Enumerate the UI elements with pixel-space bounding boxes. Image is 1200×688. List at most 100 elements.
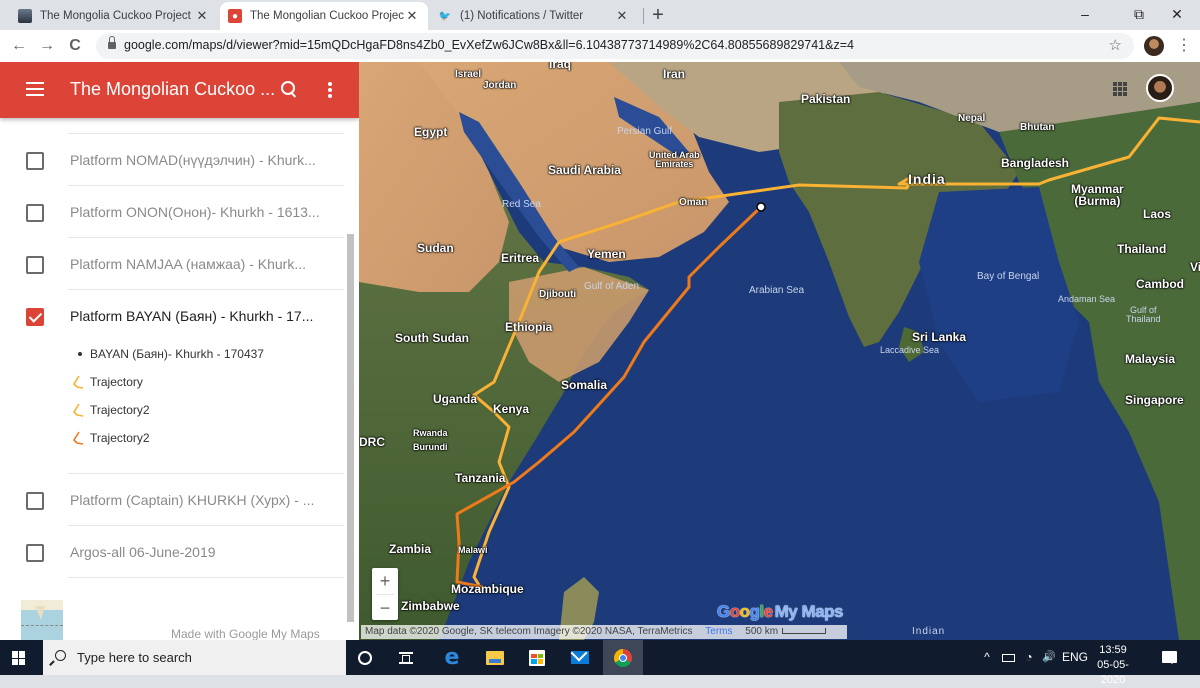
user-avatar[interactable] — [1146, 74, 1174, 102]
mail-button[interactable] — [560, 640, 600, 675]
minimize-button[interactable]: – — [1062, 0, 1108, 30]
layer-checkbox[interactable] — [26, 544, 44, 562]
layer-checkbox[interactable] — [26, 152, 44, 170]
task-view-button[interactable] — [386, 640, 426, 675]
menu-icon[interactable] — [26, 82, 44, 96]
label-arabian-sea: Arabian Sea — [749, 285, 805, 296]
store-button[interactable] — [517, 640, 557, 675]
language-indicator[interactable]: ENG — [1062, 640, 1088, 675]
layer-onon[interactable]: Platform ONON(Онон)- Khurkh - 1613... — [0, 186, 346, 238]
feature-label[interactable]: Trajectory2 — [90, 403, 150, 417]
terms-link[interactable]: Terms — [705, 626, 732, 637]
layer-captain-khurkh[interactable]: Platform (Captain) KHURKH (Хурх) - ... — [0, 474, 346, 526]
layer-name[interactable]: Platform NAMJAA (намжаа) - Khurk... — [70, 256, 306, 272]
chrome-icon — [614, 648, 632, 667]
layer-checkbox-checked[interactable] — [26, 308, 44, 326]
logo-letter: g — [749, 602, 760, 621]
feature-item-line[interactable]: Trajectory — [0, 368, 346, 396]
action-center-icon[interactable] — [1162, 651, 1177, 664]
label-persian-gulf: Persian Gulf — [617, 126, 673, 137]
layer-name[interactable]: Platform ONON(Онон)- Khurkh - 1613... — [70, 204, 320, 220]
task-view-icon — [399, 651, 413, 664]
folder-icon — [486, 650, 504, 665]
made-with-footer[interactable]: Made with Google My Maps — [171, 627, 320, 640]
layer-checkbox[interactable] — [26, 256, 44, 274]
map-title[interactable]: The Mongolian Cuckoo ... — [70, 79, 275, 100]
label-burundi: Burundi — [413, 442, 448, 452]
feature-item-line[interactable]: Trajectory2 — [0, 396, 346, 424]
close-window-button[interactable]: ✕ — [1154, 0, 1200, 30]
file-explorer-button[interactable] — [475, 640, 515, 675]
close-tab-icon[interactable]: ✕ — [194, 8, 210, 24]
label-yemen: Yemen — [587, 247, 626, 261]
map-legend-panel: The Mongolian Cuckoo ... Platform NOMAD(… — [0, 62, 359, 640]
layer-checkbox[interactable] — [26, 492, 44, 510]
layer-name[interactable]: Argos-all 06-June-2019 — [70, 544, 216, 560]
layer-nomad[interactable]: Platform NOMAD(нүүдэлчин) - Khurk... — [0, 134, 346, 186]
feature-item-line[interactable]: Trajectory2 — [0, 424, 346, 452]
feature-item-point[interactable]: BAYAN (Баян)- Khurkh - 170437 — [0, 340, 346, 368]
label-iraq: Iraq — [549, 62, 572, 71]
time: 13:59 — [1099, 644, 1127, 656]
reload-button[interactable]: C — [64, 35, 86, 57]
windows-start-icon[interactable] — [12, 651, 26, 665]
cortana-icon — [358, 650, 372, 665]
tab-mongolian-cuckoo-map[interactable]: ● The Mongolian Cuckoo Project - ✕ — [220, 2, 428, 30]
scale-bar[interactable] — [782, 628, 827, 635]
layer-name[interactable]: Platform (Captain) KHURKH (Хурх) - ... — [70, 492, 314, 508]
label-pakistan: Pakistan — [801, 92, 851, 106]
layer-list-top — [0, 118, 346, 134]
label-laccadive-sea: Laccadive Sea — [880, 345, 940, 355]
layer-name[interactable]: Platform BAYAN (Баян) - Khurkh - 17... — [70, 308, 313, 324]
more-options-icon[interactable] — [322, 80, 338, 100]
label-zambia: Zambia — [389, 542, 432, 556]
volume-icon[interactable]: 🔊 — [1040, 640, 1058, 675]
layer-bayan[interactable]: Platform BAYAN (Баян) - Khurkh - 17... — [0, 290, 346, 340]
feature-label[interactable]: Trajectory — [90, 375, 143, 389]
address-bar[interactable]: google.com/maps/d/viewer?mid=15mQDcHgaFD… — [96, 33, 1134, 59]
edge-button[interactable]: e — [432, 640, 472, 675]
browser-menu-icon[interactable]: ⋮ — [1176, 34, 1192, 58]
google-my-maps-logo[interactable]: Google My Maps — [717, 602, 843, 622]
close-tab-icon[interactable]: ✕ — [614, 8, 630, 24]
clock[interactable]: 13:59 05-05-2020 — [1088, 643, 1138, 688]
feature-label[interactable]: Trajectory2 — [90, 431, 150, 445]
forward-button[interactable]: → — [36, 35, 58, 57]
apps-grid-icon[interactable] — [1113, 82, 1127, 96]
label-singapore: Singapore — [1125, 393, 1184, 407]
tab-twitter[interactable]: 🐦 (1) Notifications / Twitter ✕ — [430, 2, 638, 30]
close-tab-icon[interactable]: ✕ — [404, 8, 420, 24]
back-button[interactable]: ← — [8, 35, 30, 57]
taskbar-search-box[interactable]: Type here to search — [43, 640, 346, 675]
label-cambodia: Cambod — [1136, 277, 1184, 291]
show-hidden-icons-button[interactable]: ^ — [980, 640, 994, 675]
feature-label[interactable]: BAYAN (Баян)- Khurkh - 170437 — [90, 347, 264, 361]
layer-namjaa[interactable]: Platform NAMJAA (намжаа) - Khurk... — [0, 238, 346, 290]
battery-icon[interactable] — [1000, 640, 1016, 675]
url-text[interactable]: google.com/maps/d/viewer?mid=15mQDcHgaFD… — [124, 38, 854, 52]
lock-icon[interactable] — [108, 36, 116, 50]
map-attribution: Map data ©2020 Google, SK telecom Imager… — [361, 625, 847, 639]
tab-mongolia-cuckoo-blog[interactable]: The Mongolia Cuckoo Project – B ✕ — [10, 2, 218, 30]
scale-label[interactable]: 500 km — [745, 626, 778, 637]
profile-avatar[interactable] — [1144, 36, 1164, 56]
label-rwanda: Rwanda — [413, 428, 448, 438]
chrome-button[interactable] — [603, 640, 643, 675]
zoom-in-button[interactable]: + — [372, 568, 398, 594]
panel-scrollbar[interactable] — [347, 234, 354, 622]
search-icon[interactable] — [279, 79, 301, 101]
layer-argos-all[interactable]: Argos-all 06-June-2019 — [0, 526, 346, 578]
layer-name[interactable]: Platform NOMAD(нүүдэлчин) - Khurk... — [70, 152, 316, 168]
date: 05-05-2020 — [1097, 659, 1129, 686]
map-canvas[interactable]: Israel Jordan Iraq Iran Pakistan Egypt P… — [359, 62, 1200, 640]
bookmark-star-icon[interactable]: ☆ — [1109, 36, 1122, 54]
new-tab-button[interactable]: + — [648, 3, 668, 27]
cortana-button[interactable] — [345, 640, 385, 675]
wifi-icon[interactable]: ◔ — [1022, 640, 1036, 675]
label-indian-ocean: Indian — [912, 626, 946, 637]
layer-checkbox[interactable] — [26, 204, 44, 222]
map-thumbnail[interactable] — [21, 600, 63, 640]
bird-position-marker[interactable] — [756, 202, 766, 212]
zoom-out-button[interactable]: − — [372, 595, 398, 621]
logo-letter: G — [717, 602, 730, 621]
